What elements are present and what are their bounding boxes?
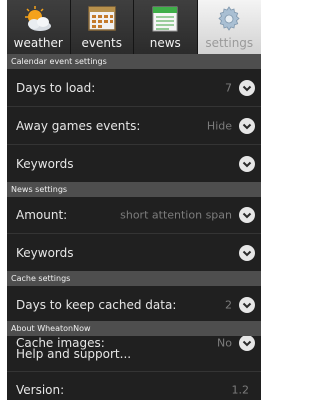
chevron-down-icon	[239, 79, 255, 96]
tab-news[interactable]: news	[134, 0, 198, 54]
tab-events[interactable]: events	[70, 0, 134, 54]
setting-days-to-load[interactable]: Days to load: 7	[7, 69, 261, 107]
newspaper-icon	[152, 6, 178, 32]
tab-label: news	[149, 36, 181, 50]
tab-settings[interactable]: settings	[197, 0, 261, 54]
setting-help-and-support[interactable]: Help and support...	[7, 336, 261, 372]
setting-label: Help and support...	[16, 346, 132, 361]
chevron-down-icon	[239, 296, 255, 313]
tab-label: weather	[13, 36, 63, 50]
setting-calendar-keywords[interactable]: Keywords	[7, 145, 261, 182]
chevron-down-icon	[239, 207, 255, 223]
setting-label: Version:	[16, 383, 65, 397]
setting-label: Days to keep cached data:	[16, 297, 177, 312]
setting-news-amount[interactable]: Amount: short attention span	[7, 197, 261, 234]
section-header-news: News settings	[7, 182, 261, 197]
setting-value: Hide	[206, 119, 232, 132]
setting-label: Keywords	[16, 156, 74, 171]
section-header-about: About WheatonNow	[7, 321, 261, 336]
section-header-cache: Cache settings	[7, 271, 261, 286]
setting-value: 2	[225, 298, 232, 311]
settings-screen: weather events news settings Calendar ev…	[7, 0, 261, 400]
setting-value: short attention span	[120, 208, 232, 222]
setting-label: Away games events:	[16, 118, 141, 133]
setting-value: 1.2	[231, 383, 250, 397]
calendar-icon	[88, 6, 116, 31]
setting-away-games-events[interactable]: Away games events: Hide	[7, 107, 261, 145]
section-header-calendar: Calendar event settings	[7, 54, 261, 69]
tab-label: settings	[205, 36, 254, 50]
chevron-down-icon	[239, 155, 255, 172]
setting-value: 7	[225, 81, 232, 94]
chevron-down-icon	[239, 244, 255, 261]
setting-label: Amount:	[16, 208, 68, 222]
weather-sun-cloud-icon	[25, 6, 52, 31]
setting-version: Version: 1.2	[7, 372, 261, 400]
setting-label: Days to load:	[16, 80, 96, 95]
tab-bar: weather events news settings	[7, 0, 261, 54]
chevron-down-icon	[239, 117, 255, 134]
setting-label: Keywords	[16, 245, 74, 260]
tab-weather[interactable]: weather	[7, 0, 71, 54]
setting-days-to-keep-cache[interactable]: Days to keep cached data: 2	[7, 286, 261, 324]
setting-news-keywords[interactable]: Keywords	[7, 234, 261, 271]
tab-label: events	[81, 36, 122, 50]
gear-icon	[218, 6, 240, 31]
